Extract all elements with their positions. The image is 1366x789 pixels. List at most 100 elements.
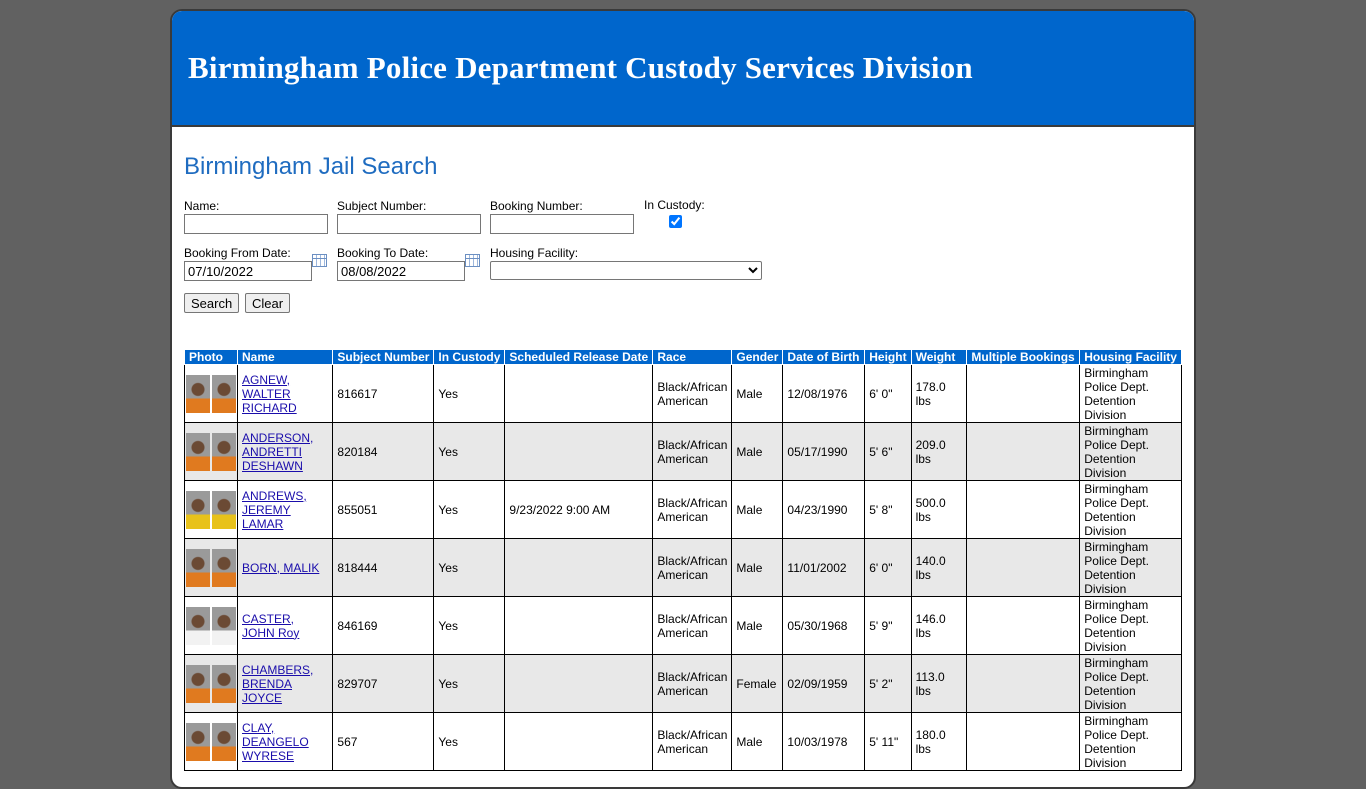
multiple-bookings-cell	[966, 422, 1081, 481]
release-date-cell	[504, 654, 654, 713]
column-header[interactable]: Photo	[184, 349, 238, 365]
booking-from-date-label: Booking From Date:	[184, 246, 291, 260]
calendar-icon[interactable]	[465, 254, 480, 267]
mugshot-image[interactable]	[186, 432, 236, 471]
height-cell: 5' 11"	[864, 712, 912, 771]
facility-field-group: Housing Facility:	[490, 246, 762, 280]
column-header[interactable]: Date of Birth	[782, 349, 866, 365]
inmate-name-link[interactable]: CLAY, DEANGELO WYRESE	[242, 721, 309, 763]
mugshot-image[interactable]	[186, 606, 236, 645]
housing-facility-cell: Birmingham Police Dept. Detention Divisi…	[1079, 596, 1182, 655]
inmate-name-link[interactable]: BORN, MALIK	[242, 561, 319, 575]
inmate-name-link[interactable]: ANDREWS, JEREMY LAMAR	[242, 489, 307, 531]
inmate-name-link[interactable]: CHAMBERS, BRENDA JOYCE	[242, 663, 313, 705]
gender-cell: Male	[731, 538, 784, 597]
mugshot-image[interactable]	[186, 374, 236, 413]
subject-number-cell: 855051	[332, 480, 435, 539]
housing-facility-cell: Birmingham Police Dept. Detention Divisi…	[1079, 538, 1182, 597]
in-custody-cell: Yes	[433, 422, 506, 481]
height-cell: 6' 0"	[864, 538, 912, 597]
column-header[interactable]: Race	[652, 349, 733, 365]
dob-cell: 05/17/1990	[782, 422, 866, 481]
in-custody-cell: Yes	[433, 654, 506, 713]
gender-cell: Male	[731, 422, 784, 481]
mugshot-image[interactable]	[186, 548, 236, 587]
multiple-bookings-cell	[966, 538, 1081, 597]
booking-field-group: Booking Number:	[490, 199, 634, 234]
weight-cell: 209.0 lbs	[910, 422, 968, 481]
multiple-bookings-cell	[966, 596, 1081, 655]
weight-cell: 146.0 lbs	[910, 596, 968, 655]
booking-from-date-input[interactable]	[184, 261, 312, 281]
subject-number-input[interactable]	[337, 214, 481, 234]
inmate-name-link[interactable]: AGNEW, WALTER RICHARD	[242, 373, 297, 415]
custody-field-group: In Custody:	[644, 198, 705, 231]
multiple-bookings-cell	[966, 480, 1081, 539]
mugshot-image[interactable]	[186, 664, 236, 703]
housing-facility-cell: Birmingham Police Dept. Detention Divisi…	[1079, 654, 1182, 713]
photo-cell	[184, 712, 238, 771]
column-header[interactable]: Housing Facility	[1079, 349, 1182, 365]
photo-cell	[184, 538, 238, 597]
inmate-name-link[interactable]: ANDERSON, ANDRETTI DESHAWN	[242, 431, 313, 473]
weight-cell: 500.0 lbs	[910, 480, 968, 539]
gender-cell: Female	[731, 654, 784, 713]
weight-cell: 178.0 lbs	[910, 364, 968, 423]
table-row: CLAY, DEANGELO WYRESE 567 Yes Black/Afri…	[184, 712, 1182, 771]
race-cell: Black/African American	[652, 712, 733, 771]
name-label: Name:	[184, 199, 220, 213]
clear-button[interactable]: Clear	[245, 293, 291, 313]
dob-cell: 02/09/1959	[782, 654, 866, 713]
photo-cell	[184, 654, 238, 713]
calendar-icon[interactable]	[312, 254, 327, 267]
column-header[interactable]: Scheduled Release Date	[504, 349, 654, 365]
subject-number-label: Subject Number:	[337, 199, 427, 213]
name-cell: BORN, MALIK	[236, 538, 334, 597]
in-custody-checkbox[interactable]	[669, 215, 682, 228]
column-header[interactable]: Weight	[910, 349, 968, 365]
weight-cell: 140.0 lbs	[910, 538, 968, 597]
page-container: Birmingham Police Department Custody Ser…	[170, 9, 1196, 789]
photo-cell	[184, 480, 238, 539]
column-header[interactable]: Height	[864, 349, 912, 365]
name-cell: ANDREWS, JEREMY LAMAR	[236, 480, 334, 539]
name-field-group: Name:	[184, 199, 328, 234]
race-cell: Black/African American	[652, 364, 733, 423]
name-input[interactable]	[184, 214, 328, 234]
subject-number-cell: 820184	[332, 422, 435, 481]
in-custody-cell: Yes	[433, 712, 506, 771]
booking-number-input[interactable]	[490, 214, 634, 234]
gender-cell: Male	[731, 364, 784, 423]
column-header[interactable]: Subject Number	[332, 349, 435, 365]
weight-cell: 180.0 lbs	[910, 712, 968, 771]
column-header[interactable]: In Custody	[433, 349, 506, 365]
subject-number-cell: 818444	[332, 538, 435, 597]
search-button[interactable]: Search	[184, 293, 240, 313]
header-banner: Birmingham Police Department Custody Ser…	[172, 11, 1194, 127]
mugshot-image[interactable]	[186, 490, 236, 529]
release-date-cell	[504, 364, 654, 423]
table-row: CHAMBERS, BRENDA JOYCE 829707 Yes Black/…	[184, 654, 1182, 713]
photo-cell	[184, 422, 238, 481]
column-header[interactable]: Name	[236, 349, 334, 365]
table-row: AGNEW, WALTER RICHARD 816617 Yes Black/A…	[184, 364, 1182, 423]
photo-cell	[184, 364, 238, 423]
in-custody-cell: Yes	[433, 364, 506, 423]
gender-cell: Male	[731, 596, 784, 655]
housing-facility-label: Housing Facility:	[490, 246, 579, 260]
subject-number-cell: 567	[332, 712, 435, 771]
inmate-name-link[interactable]: CASTER, JOHN Roy	[242, 612, 299, 640]
column-header[interactable]: Gender	[731, 349, 784, 365]
search-form: Name: Subject Number: Booking Number: In…	[184, 198, 1182, 349]
release-date-cell	[504, 596, 654, 655]
booking-to-date-input[interactable]	[337, 261, 465, 281]
race-cell: Black/African American	[652, 596, 733, 655]
name-cell: ANDERSON, ANDRETTI DESHAWN	[236, 422, 334, 481]
header-title: Birmingham Police Department Custody Ser…	[188, 50, 973, 85]
weight-cell: 113.0 lbs	[910, 654, 968, 713]
housing-facility-select[interactable]	[490, 261, 762, 280]
release-date-cell	[504, 422, 654, 481]
mugshot-image[interactable]	[186, 722, 236, 761]
in-custody-cell: Yes	[433, 596, 506, 655]
column-header[interactable]: Multiple Bookings	[966, 349, 1081, 365]
